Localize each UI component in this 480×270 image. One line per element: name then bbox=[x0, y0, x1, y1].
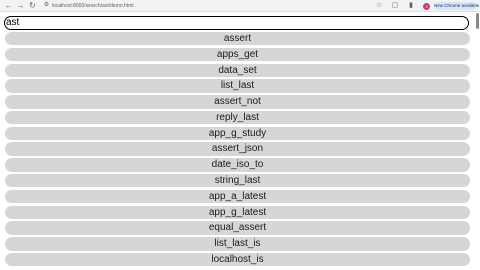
reload-icon[interactable]: ↻ bbox=[28, 1, 37, 10]
result-item[interactable]: assert_json bbox=[5, 142, 470, 156]
site-info-icon[interactable]: ⚙ bbox=[43, 2, 50, 9]
result-item[interactable]: data_set bbox=[5, 63, 470, 77]
result-item[interactable]: equal_assert bbox=[5, 221, 470, 235]
result-list: assert apps_get data_set list_last assert_no… bbox=[5, 32, 470, 269]
result-item[interactable]: app_g_study bbox=[5, 126, 470, 141]
result-item[interactable]: date_iso_to bbox=[5, 158, 470, 172]
result-item[interactable]: reply_last bbox=[5, 110, 470, 125]
result-item[interactable]: apps_get bbox=[5, 47, 470, 62]
extensions-icon[interactable]: ▢ bbox=[391, 2, 399, 10]
sidebar-icon[interactable]: ▮ bbox=[407, 2, 415, 10]
address-bar[interactable]: localhost:8000/search/ast/demo.html bbox=[52, 3, 312, 9]
result-item[interactable]: string_last bbox=[5, 174, 470, 188]
profile-avatar[interactable]: J bbox=[423, 2, 430, 10]
result-item[interactable]: assert_not bbox=[5, 95, 470, 109]
chrome-update-button[interactable]: New Chrome available bbox=[434, 2, 479, 10]
result-item[interactable]: list_last bbox=[5, 79, 470, 93]
page-scrollbar[interactable] bbox=[476, 13, 479, 29]
search-input[interactable]: ast bbox=[4, 16, 469, 30]
result-item[interactable]: list_last_is bbox=[5, 237, 470, 251]
back-icon[interactable]: ← bbox=[4, 1, 13, 10]
bookmark-star-icon[interactable]: ☆ bbox=[375, 2, 383, 10]
toolbar-icons: ☆ ▢ ▮ J bbox=[367, 2, 430, 10]
forward-icon[interactable]: → bbox=[16, 1, 25, 10]
result-item[interactable]: localhost_is bbox=[5, 252, 470, 267]
result-item[interactable]: app_a_latest bbox=[5, 189, 470, 204]
result-item[interactable]: assert bbox=[5, 32, 470, 46]
browser-toolbar: ← → ↻ ⚙ localhost:8000/search/ast/demo.h… bbox=[0, 0, 480, 12]
result-item[interactable]: app_g_latest bbox=[5, 205, 470, 219]
